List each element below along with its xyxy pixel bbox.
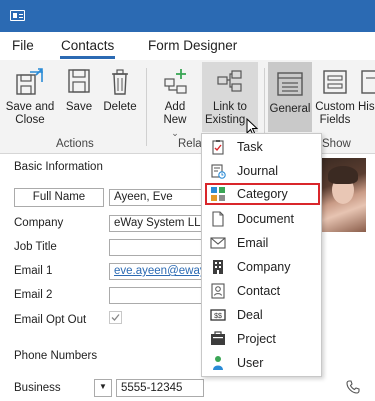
- email1-field[interactable]: eve.ayeen@eway: [109, 263, 204, 280]
- dropdown-item-label: Contact: [237, 284, 281, 298]
- document-icon: [212, 211, 224, 227]
- group-label-related: Rela: [178, 138, 202, 150]
- company-building-icon: [213, 260, 223, 274]
- dropdown-item-label: Journal: [237, 164, 278, 178]
- journal-icon: [211, 164, 226, 179]
- dropdown-item-user[interactable]: User: [206, 352, 319, 374]
- dropdown-item-deal[interactable]: $$ Deal: [206, 304, 319, 326]
- section-phone-numbers: Phone Numbers: [14, 350, 98, 362]
- custom-fields-button[interactable]: Custom Fields: [314, 66, 356, 132]
- deal-icon: $$: [210, 309, 226, 321]
- dropdown-item-label: Task: [237, 140, 263, 154]
- dropdown-item-label: User: [237, 356, 264, 370]
- checkmark-icon: [111, 314, 120, 321]
- business-label: Business: [14, 382, 61, 394]
- save-close-icon: [16, 68, 43, 95]
- menu-bar: File Contacts Form Designer: [0, 32, 375, 62]
- dropdown-item-email[interactable]: Email: [206, 232, 319, 254]
- dropdown-item-task[interactable]: Task: [206, 136, 319, 158]
- tab-form-designer[interactable]: Form Designer: [148, 38, 237, 53]
- custom-fields-label-2: Fields: [319, 114, 351, 126]
- custom-fields-icon: [323, 70, 347, 94]
- custom-fields-label-1: Custom: [315, 101, 355, 113]
- save-icon: [68, 69, 90, 93]
- dropdown-item-company[interactable]: Company: [206, 256, 319, 278]
- trash-icon: [112, 69, 128, 95]
- dropdown-item-category[interactable]: Category: [205, 183, 320, 205]
- dropdown-item-label: Email: [237, 236, 269, 250]
- save-label: Save: [65, 101, 93, 113]
- history-button[interactable]: His: [358, 66, 375, 132]
- link-existing-label-1: Link to: [213, 101, 247, 113]
- user-icon: [213, 356, 223, 370]
- link-existing-icon: [217, 70, 242, 92]
- delete-button[interactable]: Delete: [100, 66, 140, 132]
- general-form-icon: [277, 72, 303, 96]
- email2-field[interactable]: [109, 287, 204, 304]
- active-tab-indicator: [60, 56, 115, 59]
- save-close-label-2: Close: [15, 114, 45, 126]
- dropdown-item-label: Category: [237, 187, 288, 201]
- project-icon: [211, 331, 225, 345]
- email-opt-out-label: Email Opt Out: [14, 314, 87, 326]
- group-label-actions: Actions: [56, 138, 94, 150]
- dropdown-item-journal[interactable]: Journal: [206, 160, 319, 182]
- job-title-label: Job Title: [14, 241, 57, 253]
- group-label-show: Show: [322, 138, 351, 150]
- email-opt-out-checkbox[interactable]: [109, 311, 122, 324]
- title-bar: [0, 0, 375, 32]
- phone-type-dropdown[interactable]: ▼: [94, 379, 112, 397]
- tab-contacts[interactable]: Contacts: [61, 38, 114, 53]
- ribbon-separator: [146, 68, 147, 146]
- job-title-field[interactable]: [109, 239, 204, 256]
- dropdown-item-label: Document: [237, 212, 294, 226]
- general-label: General: [269, 103, 311, 115]
- add-new-button[interactable]: Add New ⌄: [152, 66, 198, 138]
- add-new-icon: [164, 69, 187, 94]
- category-icon: [211, 187, 225, 201]
- dropdown-item-label: Company: [237, 260, 291, 274]
- task-icon: [212, 140, 224, 155]
- tab-file[interactable]: File: [12, 38, 34, 53]
- history-label: His: [358, 101, 375, 113]
- company-label: Company: [14, 217, 64, 229]
- section-basic-information: Basic Information: [14, 161, 103, 173]
- dropdown-item-label: Deal: [237, 308, 263, 322]
- dropdown-item-document[interactable]: Document: [206, 208, 319, 230]
- save-and-close-button[interactable]: Save and Close: [4, 66, 56, 132]
- business-phone-field[interactable]: 5555-12345: [116, 379, 204, 397]
- full-name-field[interactable]: Ayeen, Eve: [109, 189, 204, 206]
- email2-label: Email 2: [14, 289, 53, 301]
- phone-icon[interactable]: [345, 379, 361, 395]
- contact-photo[interactable]: [318, 158, 366, 232]
- save-button[interactable]: Save: [62, 66, 96, 132]
- dropdown-item-project[interactable]: Project: [206, 328, 319, 350]
- dropdown-item-label: Project: [237, 332, 276, 346]
- save-close-label-1: Save and: [5, 101, 55, 113]
- link-existing-dropdown: Task Journal Category Document Email Com…: [201, 133, 322, 377]
- email-icon: [210, 237, 226, 249]
- full-name-button[interactable]: Full Name: [14, 188, 104, 207]
- general-button[interactable]: General: [268, 62, 312, 132]
- dropdown-item-contact[interactable]: Contact: [206, 280, 319, 302]
- company-field[interactable]: eWay System LLC: [109, 215, 204, 232]
- app-icon: [10, 10, 25, 21]
- delete-label: Delete: [103, 101, 137, 113]
- svg-text:$$: $$: [214, 313, 222, 320]
- contact-card-icon: [211, 283, 225, 299]
- caret-down-icon: ▼: [99, 382, 107, 391]
- add-new-label: Add New: [163, 101, 187, 126]
- history-icon: [361, 70, 375, 94]
- email1-label: Email 1: [14, 265, 53, 277]
